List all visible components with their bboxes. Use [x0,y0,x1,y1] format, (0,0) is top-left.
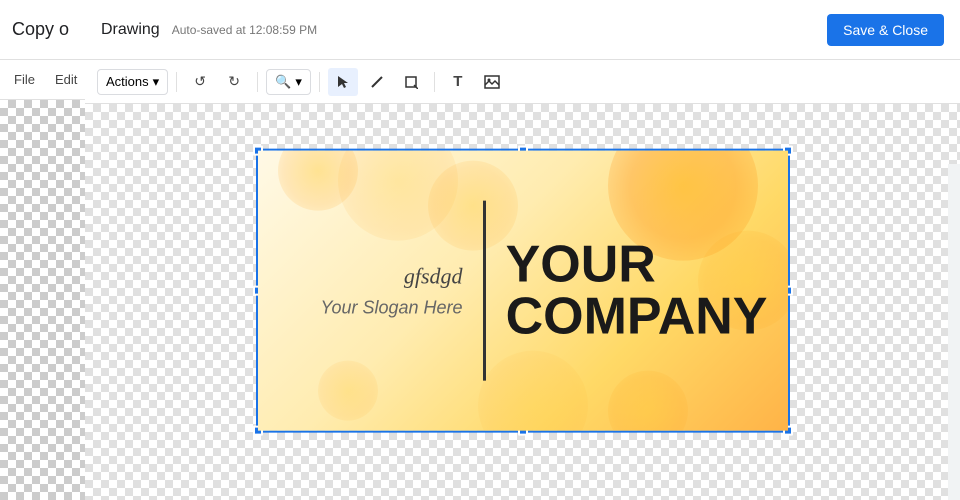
company-line-2: COMPANY [506,291,768,343]
text-tool-icon: T [453,73,462,90]
drawing-title: Drawing [101,21,160,39]
image-tool-button[interactable] [477,68,507,96]
shapes-icon [404,75,418,89]
zoom-chevron-icon: ▾ [295,74,302,90]
redo-drawing-icon: ↻ [228,73,240,90]
card-right: YOUR COMPANY [486,219,788,363]
drawing-header: Drawing Auto-saved at 12:08:59 PM Save &… [85,0,960,60]
actions-dropdown[interactable]: Actions ▾ [97,69,168,95]
slogan-text: Your Slogan Here [278,297,463,318]
company-name-large: YOUR COMPANY [506,239,768,343]
card-content: gfsdgd Your Slogan Here YOUR COMPANY [258,151,788,431]
undo-drawing-icon: ↺ [194,73,206,90]
card-left: gfsdgd Your Slogan Here [258,243,483,338]
separator-3 [319,72,320,92]
business-card: gfsdgd Your Slogan Here YOUR COMPANY [258,151,788,431]
save-close-button[interactable]: Save & Close [827,14,944,46]
selection-box: gfsdgd Your Slogan Here YOUR COMPANY [256,149,790,433]
actions-chevron-icon: ▾ [153,74,160,90]
drawing-toolbar: Actions ▾ ↺ ↻ 🔍 ▾ [85,60,960,104]
zoom-control[interactable]: 🔍 ▾ [266,69,311,95]
actions-label: Actions [106,74,149,89]
line-icon [370,75,384,89]
shapes-tool-button[interactable] [396,68,426,96]
text-tool-button[interactable]: T [443,68,473,96]
cursor-tool-button[interactable] [328,68,358,96]
line-tool-button[interactable] [362,68,392,96]
drawing-modal: Drawing Auto-saved at 12:08:59 PM Save &… [85,0,960,500]
image-icon [484,75,500,89]
file-menu[interactable]: File [8,68,41,91]
separator-4 [434,72,435,92]
drawing-canvas-area: gfsdgd Your Slogan Here YOUR COMPANY [85,104,960,500]
cursor-icon [336,75,350,89]
company-name-small: gfsdgd [278,263,463,289]
autosaved-text: Auto-saved at 12:08:59 PM [172,23,317,37]
separator-1 [176,72,177,92]
undo-drawing-button[interactable]: ↺ [185,68,215,96]
separator-2 [257,72,258,92]
zoom-icon: 🔍 [275,74,291,90]
edit-menu[interactable]: Edit [49,68,83,91]
business-card-container[interactable]: gfsdgd Your Slogan Here YOUR COMPANY [256,149,790,433]
docs-title: Copy o [12,19,69,40]
company-line-1: YOUR [506,239,768,291]
right-scrollbar[interactable] [948,164,960,500]
redo-drawing-button[interactable]: ↻ [219,68,249,96]
